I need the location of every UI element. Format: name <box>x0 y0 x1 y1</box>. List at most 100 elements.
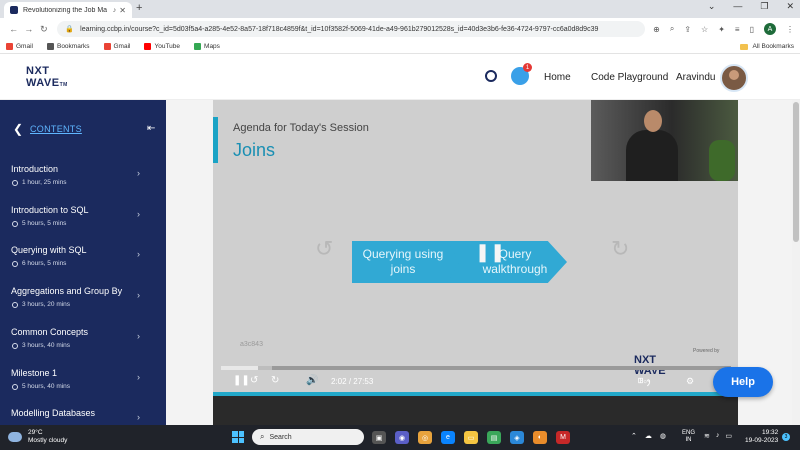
window-controls: ⌄ — ❐ ✕ <box>708 1 794 12</box>
forward-icon[interactable]: ↻ <box>271 375 279 386</box>
rewind-icon[interactable]: ↺ <box>250 375 258 386</box>
gmail-icon <box>6 43 13 50</box>
minimize-icon[interactable]: — <box>733 1 742 12</box>
youtube-icon <box>144 43 152 50</box>
sidebar-item-querying-with-sql[interactable]: Querying with SQL 6 hours, 5 mins › <box>0 239 166 279</box>
speaker-icon: ♪ <box>715 432 720 439</box>
bookmarks-bar: Gmail Bookmarks Gmail YouTube Maps All B… <box>0 40 800 54</box>
contents-title[interactable]: CONTENTS <box>30 124 82 134</box>
tab-title: Revolutionizing the Job Ma <box>23 6 108 14</box>
chrome-beta-icon[interactable]: ◐ <box>533 431 547 444</box>
media-icon[interactable]: ≡ <box>735 25 740 34</box>
menu-icon[interactable]: ⋮ <box>786 25 794 34</box>
nav-home[interactable]: Home <box>544 72 571 83</box>
timer-icon[interactable] <box>485 70 497 82</box>
nav-code-playground[interactable]: Code Playground <box>591 72 668 83</box>
caption-language-selector[interactable]: ꖸ్ర <box>638 378 650 387</box>
search-icon: ⌕ <box>260 432 265 441</box>
sidebar-item-introduction-to-sql[interactable]: Introduction to SQL 5 hours, 5 mins › <box>0 199 166 239</box>
back-icon[interactable]: ← <box>6 24 21 34</box>
share-icon[interactable]: ⇪ <box>684 25 691 34</box>
all-bookmarks[interactable]: All Bookmarks <box>740 43 794 50</box>
bookmark-gmail[interactable]: Gmail <box>6 43 33 50</box>
clock-icon <box>12 260 18 267</box>
windows-start-icon[interactable] <box>232 431 244 443</box>
browser-tabstrip: Revolutionizing the Job Ma ♪ ✕ + ⌄ — ❐ ✕ <box>0 0 800 18</box>
excel-icon[interactable]: ▤ <box>487 431 501 444</box>
sidebar-item-aggregations[interactable]: Aggregations and Group By 3 hours, 20 mi… <box>0 280 166 320</box>
tab-search-icon[interactable]: ⌄ <box>708 1 716 12</box>
back-chevron-icon[interactable]: ❮ <box>13 122 23 136</box>
slide-accent-bar <box>213 117 218 163</box>
cloud-icon <box>8 432 22 442</box>
taskbar-search[interactable]: ⌕ Search <box>252 429 364 445</box>
page-scrollbar[interactable] <box>792 100 800 425</box>
sidebar-item-introduction[interactable]: Introduction 1 hour, 25 mins › <box>0 158 166 198</box>
chrome-icon[interactable]: ◎ <box>418 431 432 444</box>
maximize-icon[interactable]: ❐ <box>760 1 768 12</box>
sidebar-item-label: Milestone 1 <box>11 368 58 378</box>
nav-user-name[interactable]: Aravindu <box>676 72 715 83</box>
notification-count-badge[interactable]: 3 <box>782 433 790 441</box>
cloud-sync-icon[interactable]: ☁ <box>645 432 652 440</box>
new-tab-button[interactable]: + <box>136 2 142 14</box>
lock-icon[interactable]: 🔒 <box>65 25 74 33</box>
profile-avatar[interactable]: A <box>763 23 776 35</box>
install-icon[interactable]: ⊕ <box>653 25 660 34</box>
language-indicator[interactable]: ENG IN <box>682 430 695 444</box>
speaker-icon[interactable]: ♪ <box>113 7 117 14</box>
video-player[interactable]: Agenda for Today's Session Joins Queryin… <box>213 100 738 392</box>
mcafee-icon[interactable]: M <box>556 431 570 444</box>
sidebar-item-common-concepts[interactable]: Common Concepts 3 hours, 40 mins › <box>0 321 166 361</box>
player-accent-strip <box>213 392 738 396</box>
sidepanel-icon[interactable]: ▯ <box>750 25 754 34</box>
volume-icon[interactable]: 🔊 <box>306 375 318 386</box>
user-avatar[interactable] <box>720 64 748 92</box>
sidebar-item-modelling-databases[interactable]: Modelling Databases › <box>0 402 166 425</box>
task-view-icon[interactable]: ▣ <box>372 431 386 444</box>
teams-icon[interactable]: ◉ <box>395 431 409 444</box>
bookmark-gmail-2[interactable]: Gmail <box>103 43 130 50</box>
zoom-icon[interactable]: ⌕ <box>670 24 674 34</box>
sidebar-item-label: Aggregations and Group By <box>11 286 123 296</box>
vscode-icon[interactable]: ◈ <box>510 431 524 444</box>
file-explorer-icon[interactable]: ▭ <box>464 431 478 444</box>
sidebar-item-duration: 5 hours, 40 mins <box>12 383 70 390</box>
extensions-icon[interactable]: ✦ <box>718 25 725 34</box>
sidebar-item-label: Introduction <box>11 164 59 174</box>
rewind-10-icon[interactable]: ↺ <box>315 236 333 262</box>
bookmark-maps[interactable]: Maps <box>194 43 220 50</box>
network-icons[interactable]: ≋ ♪ ▭ <box>704 432 732 440</box>
plant-image <box>709 140 735 181</box>
reload-icon[interactable]: ↻ <box>36 24 51 35</box>
sidebar-item-milestone-1[interactable]: Milestone 1 5 hours, 40 mins › <box>0 362 166 402</box>
collapse-sidebar-icon[interactable]: ⇤ <box>147 123 155 134</box>
scrollbar-thumb[interactable] <box>793 102 799 242</box>
chevron-right-icon: › <box>137 249 140 259</box>
battery-icon: ▭ <box>725 433 732 440</box>
url-input[interactable]: 🔒 learning.ccbp.in/course?c_id=5d03f5a4-… <box>57 21 646 37</box>
slide-topic-title: Joins <box>233 140 276 160</box>
chevron-up-icon[interactable]: ⌃ <box>631 432 637 440</box>
edge-icon[interactable]: e <box>441 431 455 444</box>
star-icon[interactable]: ☆ <box>701 25 708 34</box>
address-bar: ← → ↻ 🔒 learning.ccbp.in/course?c_id=5d0… <box>0 18 800 40</box>
help-button[interactable]: Help <box>713 367 773 397</box>
bookmark-youtube[interactable]: YouTube <box>144 43 180 50</box>
center-pause-icon[interactable]: ❚❚ <box>475 242 505 263</box>
close-tab-icon[interactable]: ✕ <box>119 6 126 15</box>
video-progress-bar[interactable] <box>221 366 731 370</box>
nxtwave-logo[interactable]: NXT WAVETM <box>26 65 72 91</box>
taskbar-clock[interactable]: 19:32 19-09-2023 <box>745 429 778 445</box>
pause-icon[interactable]: ❚❚ <box>233 375 250 386</box>
browser-tab[interactable]: Revolutionizing the Job Ma ♪ ✕ <box>4 2 132 18</box>
gear-icon[interactable]: ⚙ <box>686 376 694 387</box>
forward-icon[interactable]: → <box>21 24 36 34</box>
weather-widget[interactable]: 29°C Mostly cloudy <box>8 429 67 445</box>
close-window-icon[interactable]: ✕ <box>786 1 794 12</box>
clock-icon <box>12 342 18 349</box>
sidebar-item-label: Modelling Databases <box>11 408 96 418</box>
bookmark-bookmarks[interactable]: Bookmarks <box>46 43 90 50</box>
forward-10-icon[interactable]: ↻ <box>611 236 629 262</box>
security-icon[interactable]: ◍ <box>660 432 666 440</box>
